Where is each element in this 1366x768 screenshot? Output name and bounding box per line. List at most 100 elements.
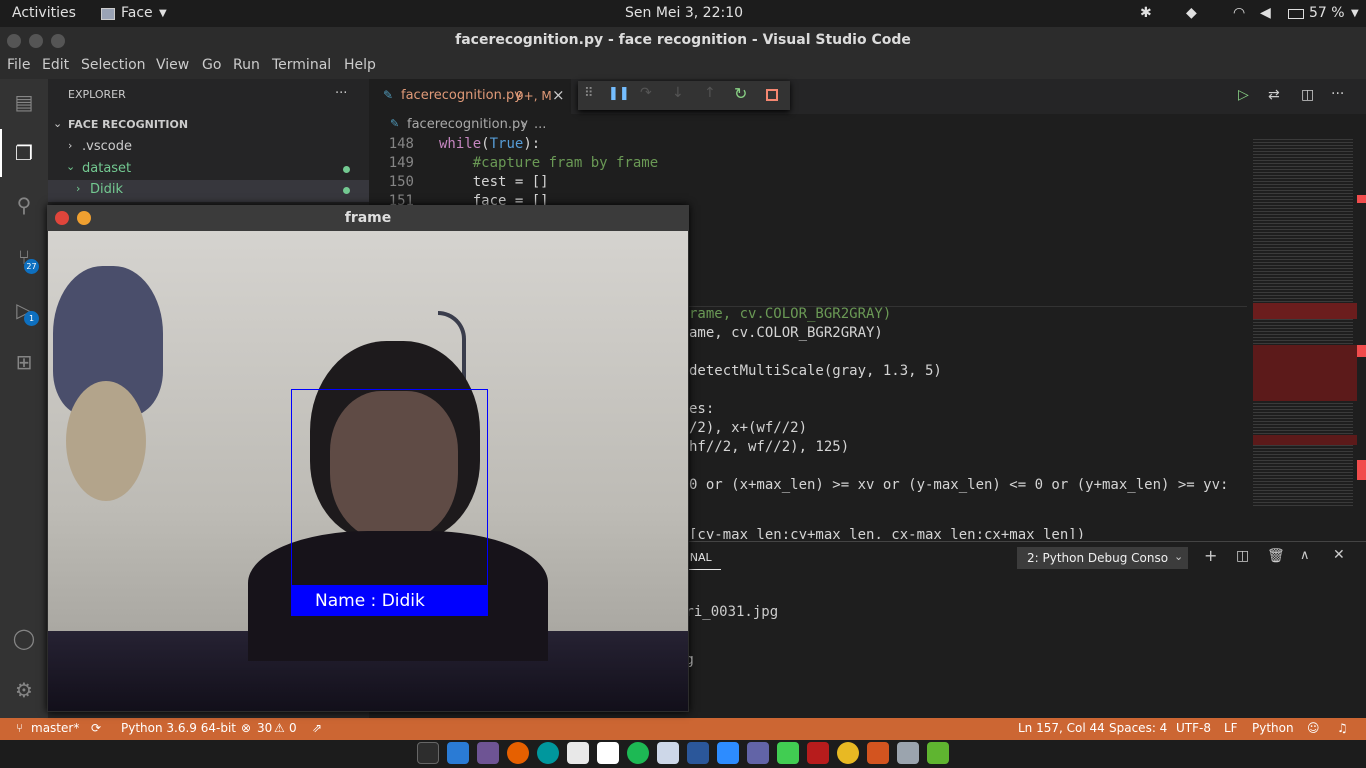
explorer-icon[interactable]: ❐	[11, 140, 37, 166]
stop-icon[interactable]	[766, 89, 778, 101]
minimize-window-button[interactable]	[29, 34, 43, 48]
frame-close-button[interactable]	[55, 211, 69, 225]
feedback-icon[interactable]: ☺	[1307, 721, 1320, 735]
maximize-window-button[interactable]	[51, 34, 65, 48]
spotify-app-icon[interactable]	[627, 742, 649, 764]
vscode-app-icon[interactable]	[447, 742, 469, 764]
clock[interactable]: Sen Mei 3, 22:10	[625, 5, 743, 21]
pause-icon[interactable]: ❚❚	[608, 86, 630, 101]
tree-item-dataset[interactable]: ⌄ dataset	[48, 159, 369, 181]
notion-app-icon[interactable]	[597, 742, 619, 764]
system-menu-icon[interactable]: ▼	[1351, 8, 1359, 19]
more-actions-icon[interactable]: ···	[1331, 86, 1344, 102]
cursor-position[interactable]: Ln 157, Col 44	[1018, 721, 1105, 735]
menu-edit[interactable]: Edit	[42, 57, 69, 73]
step-out-icon[interactable]: ↑	[704, 85, 716, 101]
new-terminal-icon[interactable]: +	[1204, 546, 1217, 565]
chevron-right-icon: ›	[68, 139, 73, 152]
drag-handle-icon[interactable]: ⠿	[584, 86, 594, 101]
book-icon[interactable]: ▤	[11, 89, 37, 115]
python-interpreter[interactable]: Python 3.6.9 64-bit	[121, 721, 236, 735]
search-icon[interactable]: ⚲	[11, 192, 37, 218]
arduino-app-icon[interactable]	[537, 742, 559, 764]
extensions-icon[interactable]: ⊞	[11, 349, 37, 375]
sync-icon[interactable]: ⟳	[91, 721, 101, 735]
python-file-icon: ✎	[383, 88, 394, 102]
menu-help[interactable]: Help	[344, 57, 376, 73]
gear-icon[interactable]: ⚙	[11, 677, 37, 703]
app-icon	[101, 8, 115, 20]
github-app-icon[interactable]	[477, 742, 499, 764]
terminal-app-icon[interactable]	[417, 742, 439, 764]
minimap[interactable]	[1247, 135, 1366, 510]
bluetooth-icon[interactable]: ✱	[1140, 5, 1152, 21]
step-into-icon[interactable]: ↓	[672, 85, 684, 101]
activities-button[interactable]: Activities	[12, 5, 76, 21]
split-terminal-icon[interactable]: ◫	[1236, 548, 1249, 564]
wifi-icon[interactable]: ◠	[1233, 5, 1245, 21]
qt-app-icon[interactable]	[777, 742, 799, 764]
maximize-panel-icon[interactable]: ∧	[1300, 548, 1310, 563]
language-mode[interactable]: Python	[1252, 721, 1294, 735]
menu-go[interactable]: Go	[202, 57, 221, 73]
line-number: 150	[388, 174, 414, 190]
notes-app-icon[interactable]	[567, 742, 589, 764]
breadcrumb: ✎ facerecognition.py › ...	[369, 114, 1249, 136]
teams-app-icon[interactable]	[747, 742, 769, 764]
encoding[interactable]: UTF-8	[1176, 721, 1211, 735]
word-app-icon[interactable]	[687, 742, 709, 764]
close-tab-icon[interactable]: ×	[552, 86, 565, 104]
project-header[interactable]: ⌄ FACE RECOGNITION	[48, 115, 369, 135]
menu-selection[interactable]: Selection	[81, 57, 146, 73]
run-file-icon[interactable]: ▷	[1238, 87, 1249, 103]
terminal-output: tri_0031.jpg	[677, 604, 779, 620]
tree-item-vscode[interactable]: › .vscode	[48, 137, 369, 159]
game-app-icon[interactable]	[807, 742, 829, 764]
battery-icon	[1288, 9, 1304, 19]
app-icon[interactable]	[927, 742, 949, 764]
battery-level[interactable]: 57 %	[1309, 5, 1345, 21]
minimap-error-band	[1253, 345, 1357, 401]
close-window-button[interactable]	[7, 34, 21, 48]
indentation[interactable]: Spaces: 4	[1109, 721, 1167, 735]
zoom-app-icon[interactable]	[717, 742, 739, 764]
frame-minimize-button[interactable]	[77, 211, 91, 225]
git-branch[interactable]: master*	[31, 721, 79, 735]
split-editor-icon[interactable]: ◫	[1301, 87, 1314, 103]
frame-title-bar[interactable]: frame	[47, 205, 689, 231]
compare-icon[interactable]: ⇄	[1268, 87, 1280, 103]
menu-file[interactable]: File	[7, 57, 30, 73]
files-app-icon[interactable]	[657, 742, 679, 764]
breadcrumb-file[interactable]: facerecognition.py	[407, 117, 528, 132]
app-icon[interactable]	[867, 742, 889, 764]
step-over-icon[interactable]: ↷	[640, 85, 652, 101]
app-menu[interactable]: Face	[121, 5, 153, 21]
app-icon[interactable]	[897, 742, 919, 764]
menu-terminal[interactable]: Terminal	[272, 57, 331, 73]
menu-run[interactable]: Run	[233, 57, 260, 73]
code-line-148: while(True):	[439, 136, 540, 152]
error-count[interactable]: 30	[257, 721, 272, 735]
app-icon[interactable]	[837, 742, 859, 764]
line-endings[interactable]: LF	[1224, 721, 1238, 735]
punct: (	[481, 136, 490, 152]
notifications-icon[interactable]: ♫	[1337, 721, 1348, 735]
console-select[interactable]: 2: Python Debug Conso	[1017, 547, 1188, 569]
account-icon[interactable]: ◯	[11, 625, 37, 651]
restart-icon[interactable]: ↻	[734, 84, 747, 103]
tree-item-didik[interactable]: › Didik	[48, 180, 369, 202]
live-share-icon[interactable]: ⇗	[312, 721, 322, 735]
trash-icon[interactable]: 🗑	[1267, 548, 1285, 564]
chevron-down-icon: ⌄	[1174, 550, 1184, 563]
menu-bar: File Edit Selection View Go Run Terminal…	[0, 54, 1366, 79]
warning-count[interactable]: 0	[289, 721, 297, 735]
dropbox-icon[interactable]: ◆	[1186, 5, 1197, 21]
more-actions-button[interactable]: ···	[335, 86, 347, 101]
firefox-app-icon[interactable]	[507, 742, 529, 764]
breadcrumb-more[interactable]: ...	[534, 117, 546, 132]
overview-ruler-error	[1357, 460, 1366, 480]
menu-view[interactable]: View	[156, 57, 189, 73]
tab-facerecognition[interactable]: ✎ facerecognition.py 9+, M ×	[369, 79, 571, 114]
close-panel-icon[interactable]: ✕	[1333, 547, 1345, 563]
volume-icon[interactable]: ◀	[1260, 5, 1271, 21]
